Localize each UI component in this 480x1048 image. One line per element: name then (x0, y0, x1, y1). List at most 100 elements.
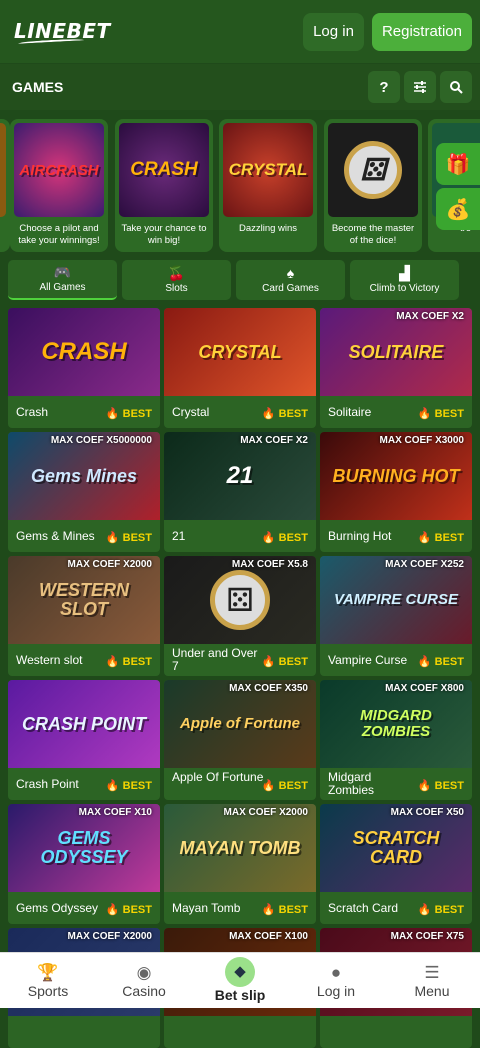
nav-menu[interactable]: ☰ Menu (384, 953, 480, 1008)
nav-sports[interactable]: 🏆 Sports (0, 953, 96, 1008)
nav-label: Bet slip (214, 986, 266, 1003)
money-button[interactable]: 💰 (436, 188, 480, 230)
best-badge: 🔥 BEST (106, 531, 152, 544)
best-label: BEST (278, 656, 308, 668)
registration-button[interactable]: Registration (371, 12, 472, 51)
promo-card-partial[interactable] (0, 119, 10, 252)
game-art-title: CRYSTAL (198, 341, 282, 362)
game-card[interactable]: MIDGARD ZOMBIES MAX COEF X800 Midgard Zomb… (320, 680, 472, 800)
best-badge: 🔥 BEST (106, 655, 152, 668)
max-coef-badge: MAX COEF X5.8 (231, 559, 308, 570)
game-card[interactable]: ⚄ MAX COEF X5.8 Under and Over 7 🔥 BEST (164, 556, 316, 676)
best-badge: 🔥 BEST (418, 655, 464, 668)
fire-icon: 🔥 (105, 780, 123, 792)
bottom-nav: 🏆 Sports ◉ Casino ◆ Bet slip ● Log in ☰ … (0, 952, 480, 1008)
game-title: Crash (16, 405, 49, 419)
tab-label: Slots (165, 283, 188, 294)
game-card[interactable]: CRYSTAL Crystal 🔥 BEST (164, 308, 316, 428)
linebet-logo[interactable]: LINEBET (14, 19, 303, 46)
user-icon: ● (330, 962, 342, 982)
best-badge: 🔥 BEST (418, 407, 464, 420)
max-coef-badge: MAX COEF X100 (229, 931, 308, 942)
max-coef-badge: MAX COEF X2000 (223, 807, 308, 818)
max-coef-badge: MAX COEF X2000 (67, 559, 152, 570)
fire-icon: 🔥 (105, 656, 123, 668)
fire-icon: 🔥 (105, 408, 123, 420)
login-button[interactable]: Log in (303, 12, 364, 51)
best-label: BEST (434, 780, 464, 792)
game-card[interactable]: SCRATCH CARD MAX COEF X50 Scratch Card 🔥 BE… (320, 804, 472, 924)
best-label: BEST (122, 532, 152, 544)
promo-art-title: CRYSTAL (228, 160, 308, 179)
fire-icon: 🔥 (261, 904, 279, 916)
game-art-title: SOLITAIRE (348, 341, 444, 362)
best-label: BEST (122, 656, 152, 668)
game-title: Under and Over 7 (172, 646, 258, 673)
game-card[interactable]: WESTERN SLOT MAX COEF X2000 Western slot 🔥 … (8, 556, 160, 676)
trophy-icon: 🏆 (37, 962, 59, 982)
gift-icon: 🎁 (445, 153, 471, 176)
game-title: Burning Hot (328, 529, 392, 543)
cherries-icon: 🍒 (167, 265, 186, 281)
game-card[interactable]: CRASH Crash 🔥 BEST (8, 308, 160, 428)
filter-button[interactable] (404, 71, 436, 103)
nav-login[interactable]: ● Log in (288, 953, 384, 1008)
nav-label: Log in (316, 982, 356, 999)
games-section-bar: GAMES ? (0, 64, 480, 110)
promo-caption: Choose a pilot and take your winnings! (18, 223, 100, 246)
tab-slots[interactable]: 🍒 Slots (122, 260, 231, 300)
game-card[interactable]: GEMS ODYSSEY MAX COEF X10 Gems Odyssey 🔥 BE… (8, 804, 160, 924)
promo-card-crystal[interactable]: CRYSTAL Dazzling wins (219, 119, 317, 252)
promo-card-crash[interactable]: CRASH Take your chance to win big! (115, 119, 213, 252)
game-card[interactable]: 21 MAX COEF X2 21 🔥 BEST (164, 432, 316, 552)
promo-card-dice[interactable]: ⚄ Become the master of the dice! (324, 119, 422, 252)
best-badge: 🔥 BEST (262, 903, 308, 916)
game-card[interactable]: CRASH POINT Crash Point 🔥 BEST (8, 680, 160, 800)
tab-card-games[interactable]: ♠ Card Games (236, 260, 345, 300)
max-coef-badge: MAX COEF X3000 (379, 435, 464, 446)
game-title: Scratch Card (328, 901, 399, 915)
game-thumbnail: BURNING HOT MAX COEF X3000 (320, 432, 472, 520)
game-card[interactable]: Gems Mines MAX COEF X5000000 Gems & Mines 🔥… (8, 432, 160, 552)
fire-icon: 🔥 (417, 656, 435, 668)
max-coef-badge: MAX COEF X50 (390, 807, 464, 818)
tab-all-games[interactable]: 🎮 All Games (8, 260, 117, 300)
game-card[interactable]: MAYAN TOMB MAX COEF X2000 Mayan Tomb 🔥 BEST (164, 804, 316, 924)
promo-card-aircrash[interactable]: AIRCRASH Choose a pilot and take your wi… (10, 119, 108, 252)
game-thumbnail: CRASH POINT (8, 680, 160, 768)
fire-icon: 🔥 (417, 904, 435, 916)
game-card[interactable]: BURNING HOT MAX COEF X3000 Burning Hot 🔥 BE… (320, 432, 472, 552)
max-coef-badge: MAX COEF X2 (396, 311, 464, 322)
search-icon (450, 81, 463, 94)
game-title: 21 (172, 529, 186, 543)
nav-label: Sports (27, 982, 69, 999)
game-title: Crash Point (16, 777, 79, 791)
game-thumbnail: WESTERN SLOT MAX COEF X2000 (8, 556, 160, 644)
game-thumbnail: SOLITAIRE MAX COEF X2 (320, 308, 472, 396)
best-label: BEST (122, 780, 152, 792)
search-button[interactable] (440, 71, 472, 103)
max-coef-badge: MAX COEF X75 (390, 931, 464, 942)
nav-bet-slip[interactable]: ◆ Bet slip (192, 953, 288, 1008)
tab-climb-to-victory[interactable]: ▟ Climb to Victory (350, 260, 459, 300)
help-button[interactable]: ? (368, 71, 400, 103)
game-card[interactable]: SOLITAIRE MAX COEF X2 Solitaire 🔥 BEST (320, 308, 472, 428)
max-coef-badge: MAX COEF X10 (78, 807, 152, 818)
game-thumbnail: GEMS ODYSSEY MAX COEF X10 (8, 804, 160, 892)
section-title: GAMES (12, 79, 64, 95)
tab-label: Card Games (262, 283, 319, 294)
game-card[interactable]: Apple of Fortune MAX COEF X350 Apple Of Fo… (164, 680, 316, 800)
game-card[interactable]: VAMPIRE CURSE MAX COEF X252 Vampire Curse 🔥… (320, 556, 472, 676)
gift-button[interactable]: 🎁 (436, 143, 480, 185)
steps-icon: ▟ (399, 265, 410, 281)
help-icon: ? (379, 78, 389, 96)
best-label: BEST (278, 780, 308, 792)
fire-icon: 🔥 (261, 780, 279, 792)
promo-card-partial-right[interactable]: tre (428, 119, 480, 252)
promo-carousel[interactable]: AIRCRASH Choose a pilot and take your wi… (0, 119, 480, 253)
fire-icon: 🔥 (417, 408, 435, 420)
best-label: BEST (122, 904, 152, 916)
filter-icon (414, 81, 426, 93)
fire-icon: 🔥 (105, 904, 123, 916)
nav-casino[interactable]: ◉ Casino (96, 953, 192, 1008)
